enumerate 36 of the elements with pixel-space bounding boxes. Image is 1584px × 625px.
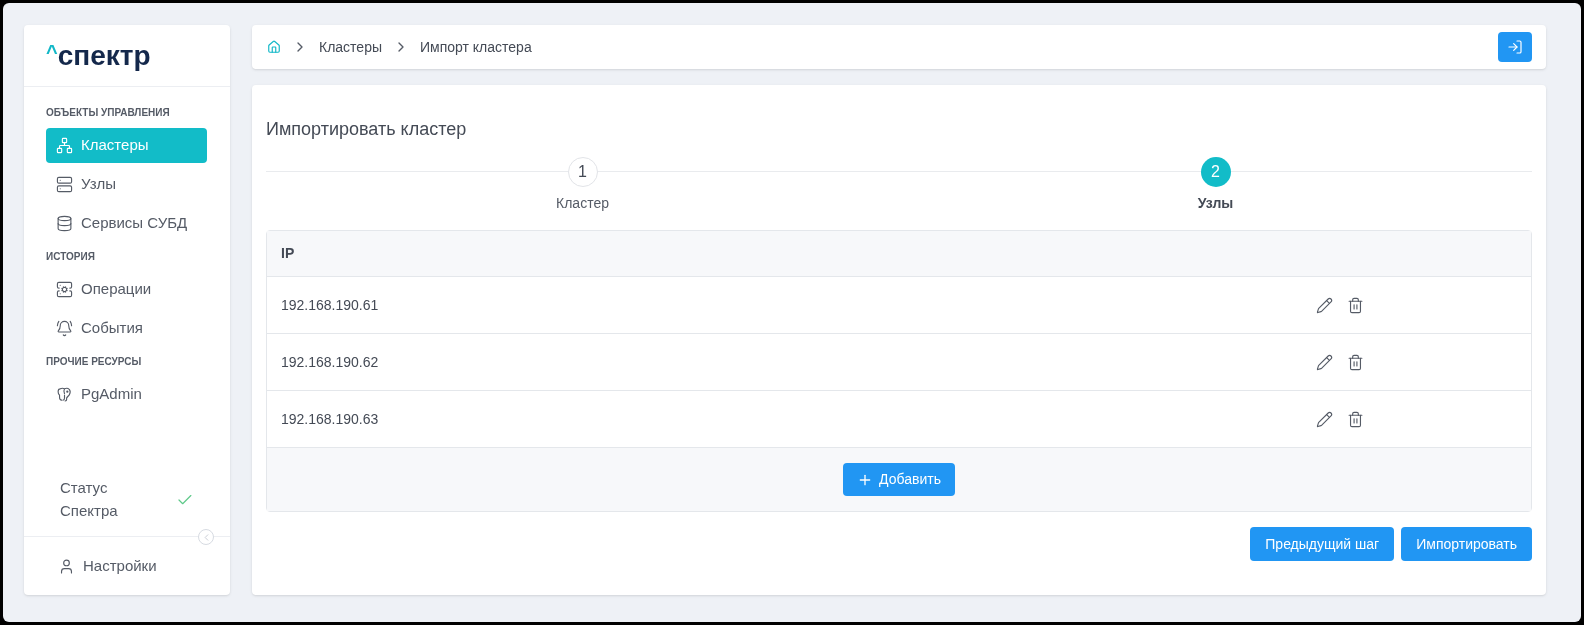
edit-icon[interactable]	[1316, 296, 1333, 314]
settings-item[interactable]: Настройки	[24, 537, 191, 595]
sidebar-item[interactable]: PgAdmin	[46, 377, 207, 412]
table-cell-text: 192.168.190.63	[281, 409, 380, 429]
sidebar-item[interactable]: Узлы	[46, 167, 207, 202]
edit-icon[interactable]	[1316, 410, 1333, 428]
section-heading: ПРОЧИЕ РЕСУРСЫ	[46, 355, 143, 369]
section-heading: ИСТОРИЯ	[46, 250, 96, 264]
cluster-icon	[56, 137, 73, 154]
server-icon	[56, 176, 73, 193]
sign-in-icon	[1507, 39, 1523, 55]
step-number: 1	[567, 157, 598, 187]
table-cell-text: 192.168.190.61	[281, 295, 380, 315]
logo[interactable]: ^спектр	[46, 41, 151, 70]
section-heading: ОБЪЕКТЫ УПРАВЛЕНИЯ	[46, 106, 171, 120]
sidebar-item[interactable]: Операции	[46, 272, 207, 307]
delete-icon[interactable]	[1347, 410, 1364, 428]
delete-icon[interactable]	[1347, 296, 1364, 314]
step-label: Узлы	[1197, 194, 1234, 213]
bell-icon	[56, 320, 73, 337]
step-number: 2	[1200, 157, 1231, 187]
elephant-icon	[56, 386, 73, 403]
user-icon	[58, 557, 75, 575]
column-header: IP	[281, 244, 295, 263]
status-label: Статус Спектра	[60, 478, 119, 521]
table-cell-text: 192.168.190.62	[281, 352, 380, 372]
step-label: Кластер	[556, 194, 609, 213]
sidebar-item[interactable]: События	[46, 311, 207, 346]
breadcrumb-link[interactable]: Кластеры	[319, 36, 382, 58]
delete-icon[interactable]	[1347, 353, 1364, 371]
server-gear-icon	[56, 281, 73, 298]
sidebar-item[interactable]: Сервисы СУБД	[46, 206, 207, 241]
breadcrumb-link[interactable]: Импорт кластера	[420, 36, 532, 58]
page-title: Импортировать кластер	[266, 118, 468, 141]
edit-icon[interactable]	[1316, 353, 1333, 371]
database-icon	[56, 215, 73, 232]
